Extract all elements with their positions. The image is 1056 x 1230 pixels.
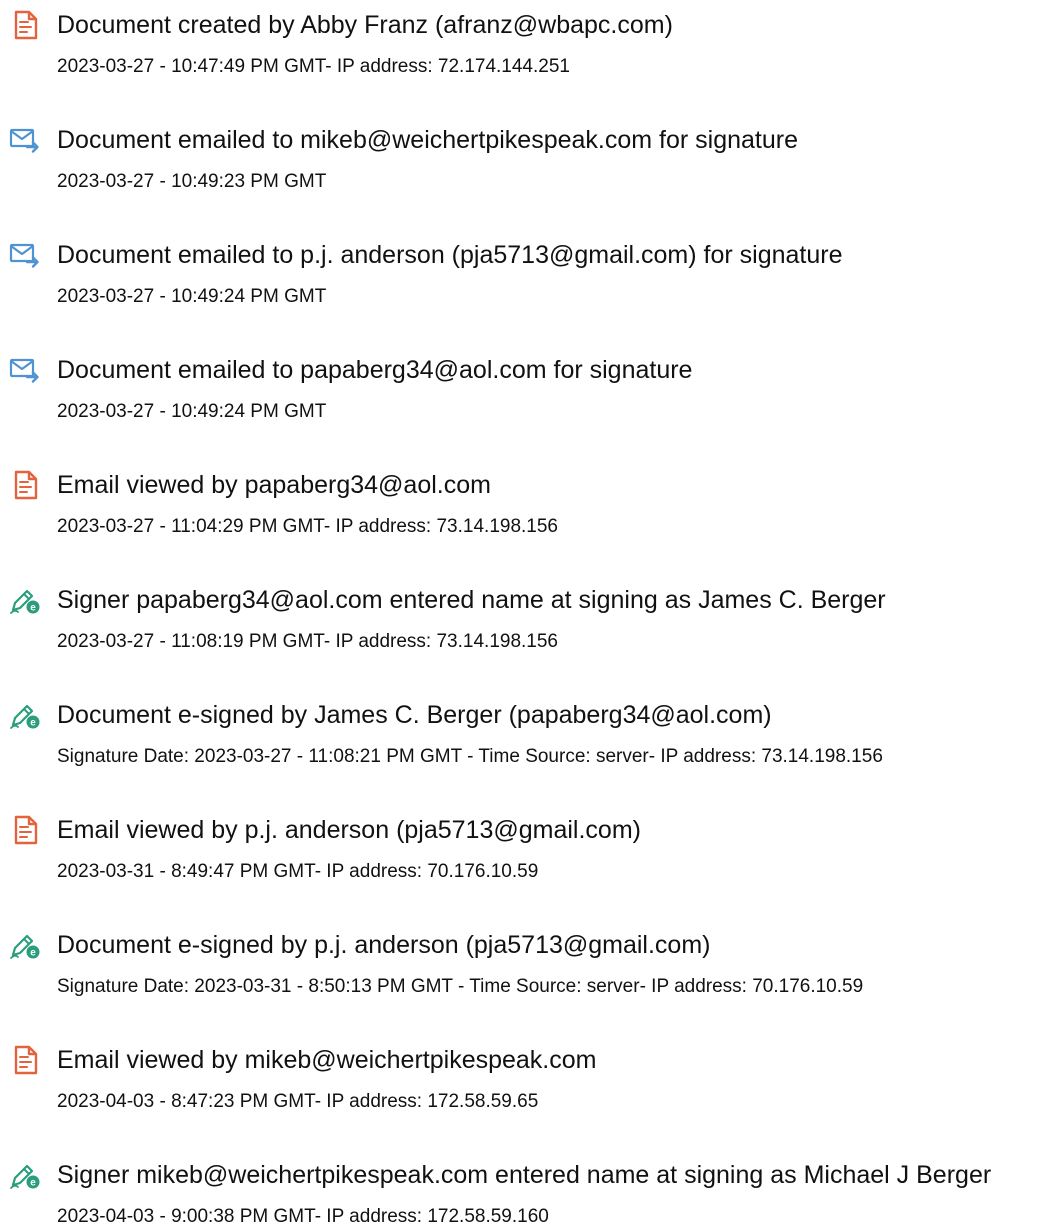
event-title: Document emailed to mikeb@weichertpikesp… [57,126,798,154]
esign-pen-icon: e [9,1160,41,1190]
event-detail: 2023-03-27 - 10:47:49 PM GMT- IP address… [57,56,570,77]
audit-event: e Signer papaberg34@aol.com entered name… [0,575,1056,675]
audit-event: Document emailed to p.j. anderson (pja57… [0,230,1056,330]
event-detail: 2023-04-03 - 8:47:23 PM GMT- IP address:… [57,1091,539,1112]
audit-event: e Signer mikeb@weichertpikespeak.com ent… [0,1150,1056,1227]
document-icon [9,470,41,500]
audit-event: e Document e-signed by p.j. anderson (pj… [0,920,1056,1020]
audit-event: Email viewed by papaberg34@aol.com 2023-… [0,460,1056,560]
audit-event: Document created by Abby Franz (afranz@w… [0,0,1056,100]
event-title: Document e-signed by James C. Berger (pa… [57,701,772,729]
esign-pen-icon: e [9,585,41,615]
document-icon [9,815,41,845]
event-title: Document emailed to papaberg34@aol.com f… [57,356,693,384]
svg-text:e: e [30,1178,36,1189]
audit-event: Email viewed by mikeb@weichertpikespeak.… [0,1035,1056,1135]
svg-text:e: e [30,603,36,614]
event-title: Signer mikeb@weichertpikespeak.com enter… [57,1161,992,1189]
document-icon [9,1045,41,1075]
event-detail: 2023-03-27 - 11:08:19 PM GMT- IP address… [57,631,558,652]
event-detail: 2023-04-03 - 9:00:38 PM GMT- IP address:… [57,1206,549,1227]
audit-event: Email viewed by p.j. anderson (pja5713@g… [0,805,1056,905]
svg-text:e: e [30,718,36,729]
event-detail: 2023-03-31 - 8:49:47 PM GMT- IP address:… [57,861,539,882]
event-title: Document created by Abby Franz (afranz@w… [57,11,673,39]
event-title: Signer papaberg34@aol.com entered name a… [57,586,886,614]
audit-event: Document emailed to papaberg34@aol.com f… [0,345,1056,445]
svg-text:e: e [30,948,36,959]
esign-pen-icon: e [9,700,41,730]
event-title: Email viewed by p.j. anderson (pja5713@g… [57,816,641,844]
event-detail: Signature Date: 2023-03-27 - 11:08:21 PM… [57,746,883,767]
esign-pen-icon: e [9,930,41,960]
document-icon [9,10,41,40]
audit-event: Document emailed to mikeb@weichertpikesp… [0,115,1056,215]
event-detail: Signature Date: 2023-03-31 - 8:50:13 PM … [57,976,864,997]
event-title: Email viewed by papaberg34@aol.com [57,471,491,499]
email-send-icon [9,355,41,385]
event-detail: 2023-03-27 - 11:04:29 PM GMT- IP address… [57,516,558,537]
audit-event: e Document e-signed by James C. Berger (… [0,690,1056,790]
event-detail: 2023-03-27 - 10:49:24 PM GMT [57,286,327,307]
email-send-icon [9,240,41,270]
event-title: Email viewed by mikeb@weichertpikespeak.… [57,1046,597,1074]
event-title: Document emailed to p.j. anderson (pja57… [57,241,843,269]
event-title: Document e-signed by p.j. anderson (pja5… [57,931,711,959]
email-send-icon [9,125,41,155]
event-detail: 2023-03-27 - 10:49:24 PM GMT [57,401,327,422]
event-detail: 2023-03-27 - 10:49:23 PM GMT [57,171,327,192]
